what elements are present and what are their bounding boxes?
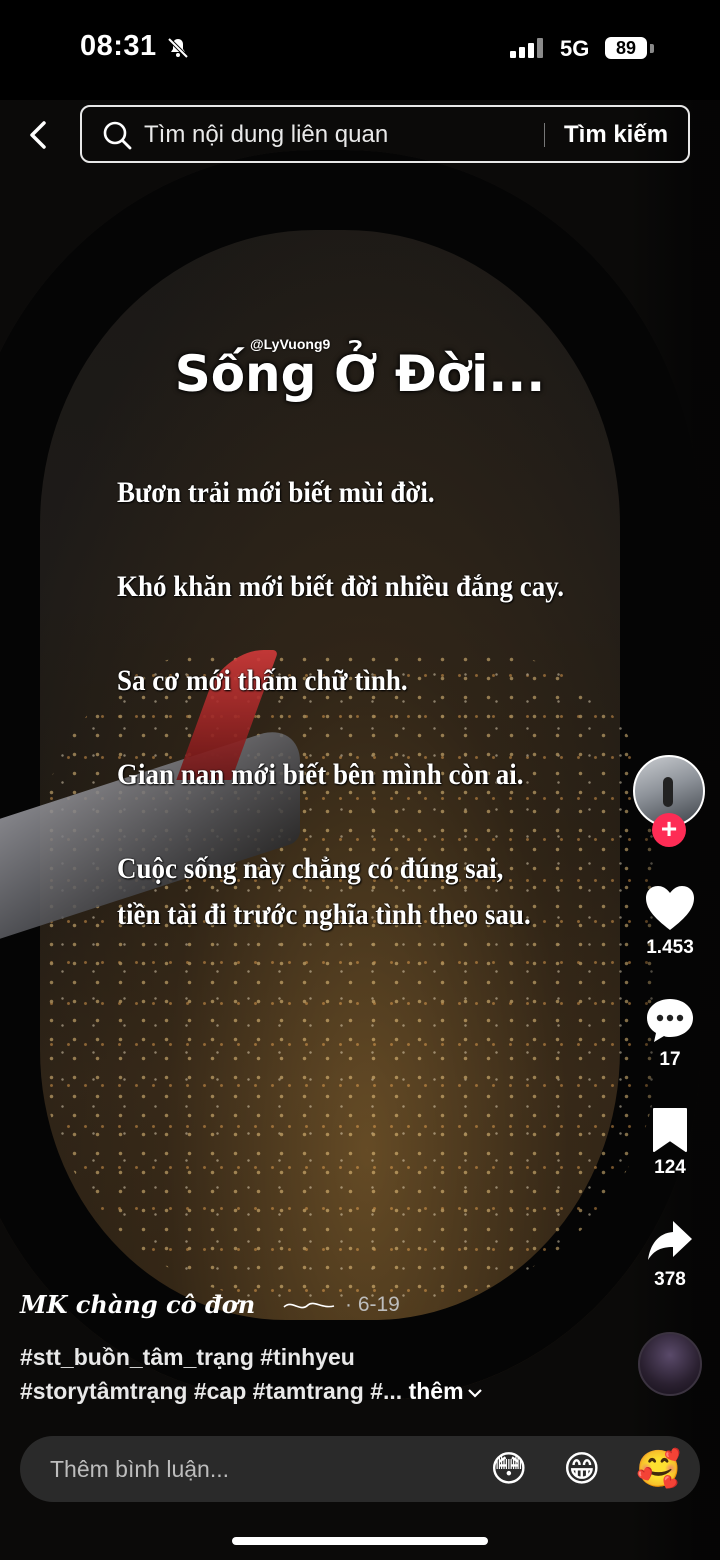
post-date: · 6-19 [345, 1293, 400, 1316]
network-type: 5G [560, 36, 590, 61]
video-title: Sống Ở Đời... [174, 345, 546, 403]
comment-button[interactable]: 17 [630, 995, 710, 1071]
comment-input[interactable]: Thêm bình luận... [50, 1456, 229, 1483]
see-more-link[interactable]: thêm [409, 1378, 483, 1404]
hashtags-text[interactable]: #storytâmtrạng #cap #tamtrang #... [20, 1378, 402, 1404]
emoji-love-button[interactable]: 🥰 [636, 1449, 681, 1489]
status-bar: 08:31 5G 89 [0, 0, 720, 100]
comment-count: 17 [659, 1049, 681, 1070]
heart-icon [646, 886, 694, 930]
search-button[interactable]: Tìm kiếm [564, 121, 668, 149]
emoji-grin-button[interactable]: 😁 [563, 1449, 601, 1489]
poem-line: Cuộc sống này chẳng có đúng sai, [117, 852, 504, 885]
comment-icon [647, 999, 693, 1042]
hashtags[interactable]: #stt_buồn_tâm_trạng #tinhyeu #storytâmtr… [20, 1340, 483, 1408]
search-input[interactable]: Tìm nội dung liên quan [144, 121, 388, 149]
save-button[interactable]: 124 [630, 1107, 710, 1179]
bookmark-icon [653, 1108, 687, 1152]
save-count: 124 [654, 1157, 686, 1178]
video-caption-text: Bươn trải mới biết mùi đời. Khó khăn mới… [117, 470, 637, 938]
chevron-down-icon [467, 1389, 482, 1398]
share-arrow-icon [648, 1221, 692, 1260]
follow-button[interactable]: + [652, 813, 686, 847]
poem-line: tiền tài đi trước nghĩa tình theo sau. [117, 898, 531, 931]
hashtags-line[interactable]: #stt_buồn_tâm_trạng #tinhyeu [20, 1340, 483, 1374]
author-name[interactable]: MK chàng cô đơn [20, 1290, 255, 1319]
flourish-icon [283, 1302, 335, 1309]
hashtags-line[interactable]: #storytâmtrạng #cap #tamtrang #... thêm [20, 1374, 483, 1408]
poem-line: Gian nan mới biết bên mình còn ai. [117, 758, 524, 791]
share-count: 378 [654, 1269, 686, 1290]
poem-line: Sa cơ mới thấm chữ tình. [117, 664, 408, 697]
music-avatar[interactable] [638, 1332, 702, 1396]
like-count: 1.453 [646, 937, 694, 958]
battery-cap [650, 44, 654, 53]
status-time: 08:31 [80, 30, 157, 62]
bell-slash-icon [167, 37, 189, 59]
emoji-flushed-button[interactable]: 😳 [490, 1449, 528, 1489]
comment-input-bar[interactable]: Thêm bình luận... 😳 😁 🥰 [20, 1436, 700, 1502]
poem-line: Khó khăn mới biết đời nhiều đắng cay. [117, 570, 565, 603]
home-indicator[interactable] [232, 1537, 488, 1545]
search-divider [544, 123, 545, 147]
share-button[interactable]: 378 [630, 1217, 710, 1291]
back-arrow-icon[interactable] [22, 118, 56, 152]
search-bar[interactable]: Tìm nội dung liên quan Tìm kiếm [80, 105, 690, 163]
search-icon [103, 121, 132, 150]
like-button[interactable]: 1.453 [630, 883, 710, 959]
poem-line: Bươn trải mới biết mùi đời. [117, 476, 435, 509]
signal-bars-icon [510, 38, 543, 58]
battery-icon: 89 [605, 37, 647, 59]
